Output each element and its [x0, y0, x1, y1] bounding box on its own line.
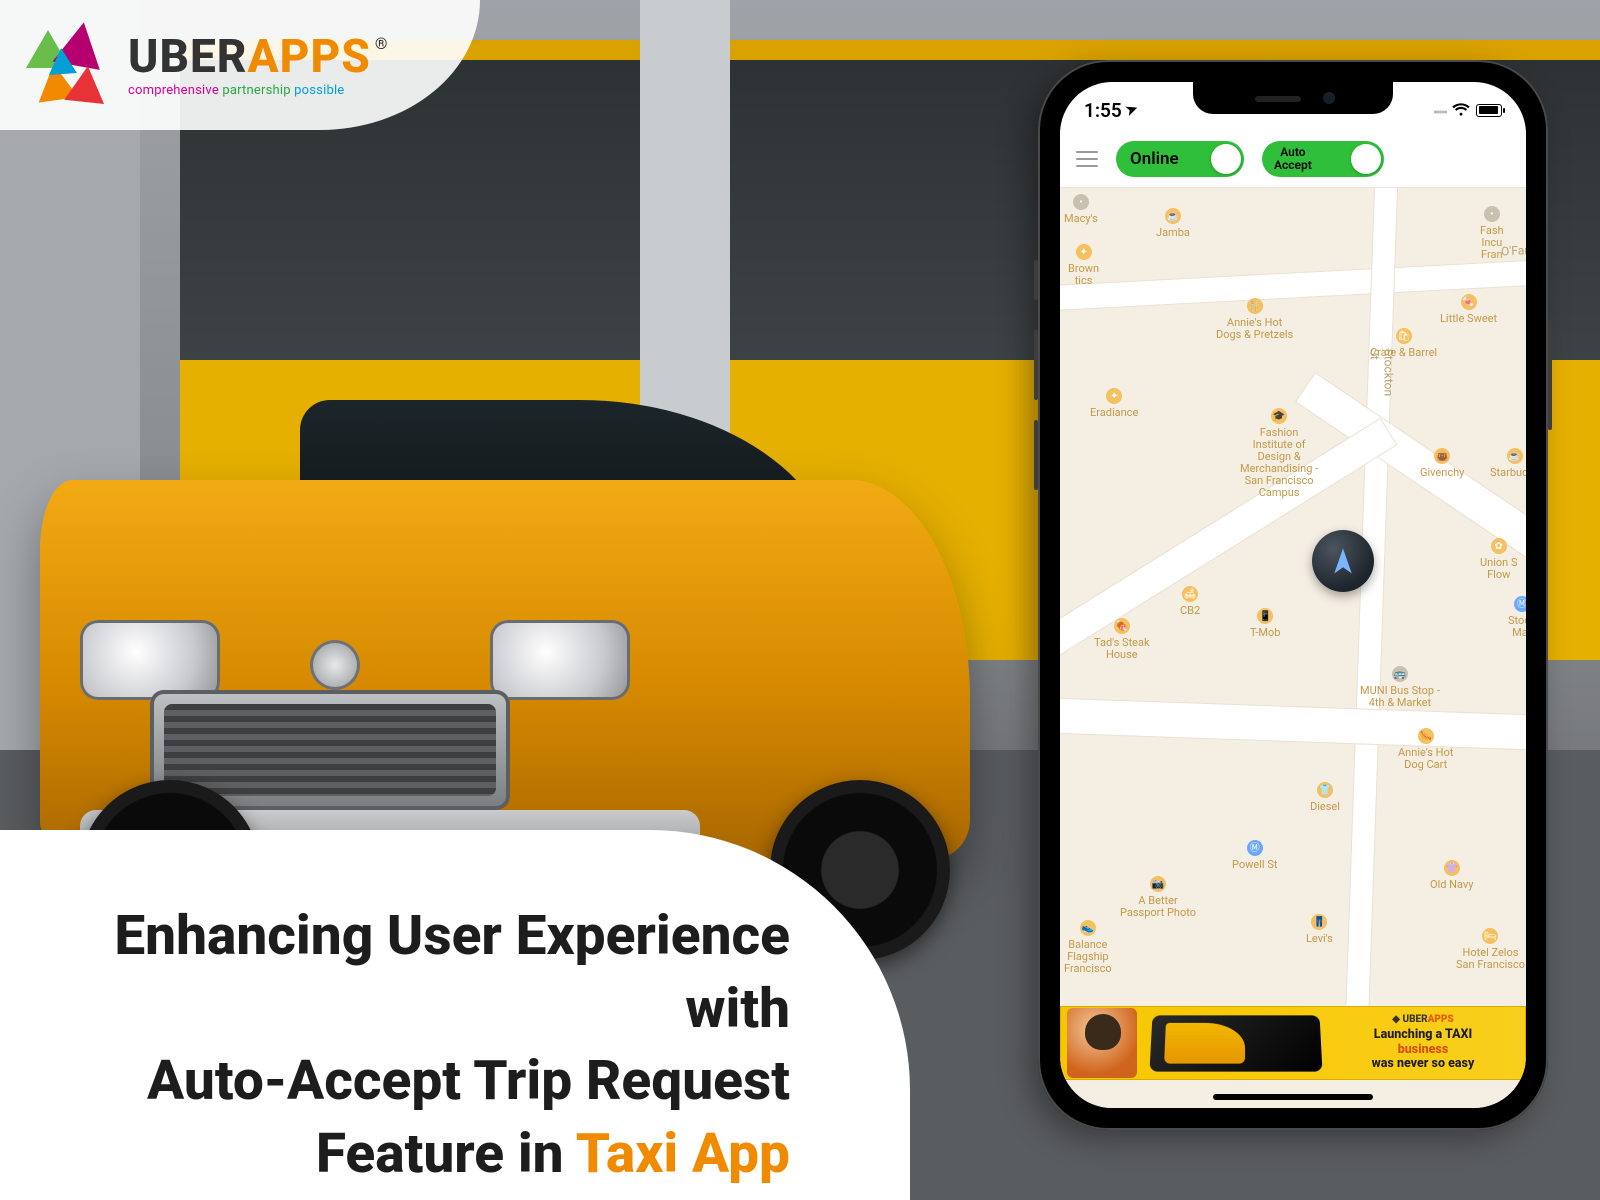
- brand-name: UBER APPS ®: [128, 34, 387, 80]
- map-poi: ⓂStock Mar: [1508, 596, 1526, 639]
- map-poi: 🛋CB2: [1180, 586, 1200, 617]
- map-poi: 👚Old Navy: [1430, 860, 1473, 891]
- banner-brand: ◆ UBERAPPS: [1329, 1014, 1517, 1025]
- map-poi: ✦Eradiance: [1090, 388, 1138, 419]
- map-poi: 🌭Annie's Hot Dog Cart: [1398, 728, 1453, 771]
- road-shape: [1296, 373, 1526, 636]
- road-shape: [1060, 698, 1526, 752]
- map-poi: ✿Union S Flow: [1480, 538, 1518, 581]
- map-poi: ⓂPowell St: [1232, 840, 1277, 871]
- map-poi: 👜Givenchy: [1420, 448, 1464, 479]
- auto-accept-toggle[interactable]: Auto Accept: [1262, 141, 1384, 177]
- brand-tagline: comprehensive partnership possible: [128, 84, 387, 97]
- road-stockton: [1344, 168, 1397, 1068]
- headline-card: Enhancing User Experience with Auto-Acce…: [0, 830, 910, 1200]
- headline-line: Feature in Taxi App: [40, 1118, 790, 1191]
- brand-name-part1: UBER: [128, 34, 248, 80]
- brand-logo-icon: [24, 22, 110, 108]
- map-poi: 📱T-Mob: [1250, 608, 1280, 639]
- headline-line: Enhancing User Experience with: [40, 900, 790, 1045]
- phone-mockup: 1:55 ➤ Online: [1038, 60, 1548, 1130]
- brand-name-part2: APPS: [248, 34, 371, 80]
- map-poi: 👟Balance Flagship Francisco: [1064, 920, 1112, 975]
- banner-phone-image: [1149, 1015, 1322, 1071]
- app-topbar: Online Auto Accept: [1060, 130, 1526, 188]
- map-poi: 🍬Little Sweet: [1440, 294, 1497, 325]
- auto-accept-toggle-label: Auto Accept: [1274, 146, 1312, 171]
- map-poi: 🍖Tad's Steak House: [1094, 618, 1150, 661]
- online-toggle-label: Online: [1130, 149, 1179, 169]
- location-icon: ➤: [1123, 100, 1139, 119]
- map-poi: 🛏Hotel Zelos San Francisco: [1456, 928, 1525, 971]
- map-poi: 🎓Fashion Institute of Design & Merchandi…: [1240, 408, 1318, 500]
- registered-mark: ®: [375, 36, 388, 52]
- online-toggle[interactable]: Online: [1116, 141, 1244, 177]
- status-time: 1:55: [1084, 99, 1122, 122]
- map-view[interactable]: •Macy's ☕Jamba ✦Brown tics 🍴Annie's Hot …: [1060, 188, 1526, 1108]
- map-poi: 👕Diesel: [1310, 782, 1340, 813]
- map-poi: ✦Brown tics: [1068, 244, 1099, 287]
- banner-copy: Launching a TAXI business was never so e…: [1329, 1028, 1517, 1071]
- menu-icon[interactable]: [1076, 151, 1098, 167]
- map-poi: 🍴Annie's Hot Dogs & Pretzels: [1216, 298, 1293, 341]
- phone-notch: [1193, 82, 1393, 114]
- map-poi: •Macy's: [1064, 194, 1098, 225]
- map-poi: 👖Levi's: [1306, 914, 1333, 945]
- headline-line: Auto-Accept Trip Request: [40, 1045, 790, 1118]
- cell-signal-icon: [1433, 99, 1446, 122]
- battery-icon: [1476, 104, 1502, 117]
- promo-banner[interactable]: ◆ UBERAPPS Launching a TAXI business was…: [1060, 1006, 1526, 1080]
- map-poi: ☕Starbucks: [1490, 448, 1526, 479]
- map-poi: ☕Jamba: [1156, 208, 1190, 239]
- map-poi: •Fash Incu Fran: [1480, 206, 1504, 261]
- home-indicator: [1213, 1094, 1373, 1100]
- current-location-icon: [1312, 530, 1374, 592]
- wifi-icon: [1452, 103, 1470, 117]
- map-poi: 📷A Better Passport Photo: [1120, 876, 1196, 919]
- map-poi: 🛍Crate & Barrel: [1370, 328, 1437, 359]
- banner-person-image: [1067, 1008, 1137, 1078]
- headline-text: Enhancing User Experience with Auto-Acce…: [40, 900, 790, 1190]
- map-poi: 🚌MUNI Bus Stop - 4th & Market: [1360, 666, 1440, 709]
